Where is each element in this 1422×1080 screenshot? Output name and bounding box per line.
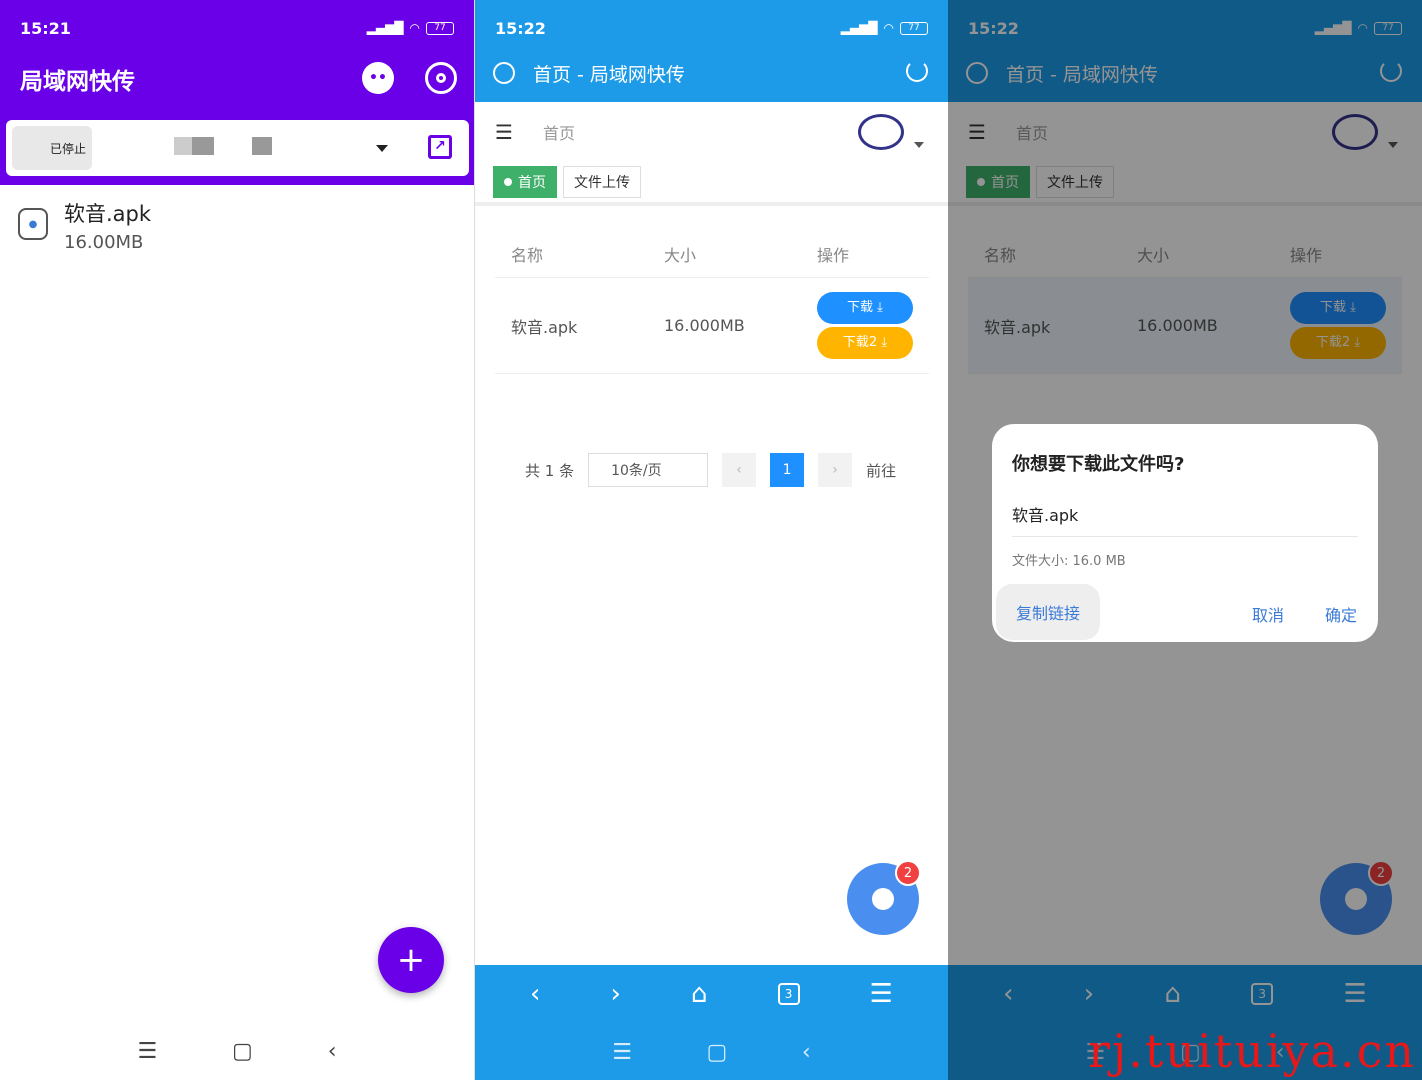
- battery-icon: 77: [900, 21, 928, 35]
- chat-icon: [872, 888, 894, 910]
- dialog-file-size: 文件大小: 16.0 MB: [1012, 554, 1126, 569]
- prev-page-button[interactable]: ‹: [722, 453, 757, 487]
- signal-icon: ▂▄▆█: [840, 21, 878, 35]
- system-nav-bar: ☰ ▢ ‹: [475, 1023, 948, 1080]
- menu-icon[interactable]: ☰: [612, 1040, 632, 1065]
- page-number-button[interactable]: 1: [770, 453, 805, 487]
- total-count: 共 1 条: [525, 461, 575, 480]
- status-bar: 15:21 ▂▄▆█ ◠ 77: [0, 0, 474, 56]
- page-title[interactable]: 首页 - 局域网快传: [533, 60, 685, 87]
- add-file-button[interactable]: +: [378, 927, 444, 993]
- dialog-title: 你想要下载此文件吗?: [1012, 454, 1185, 475]
- download-confirm-dialog: 你想要下载此文件吗? 软音.apk 文件大小: 16.0 MB 复制链接 取消 …: [992, 424, 1378, 642]
- breadcrumb: 首页: [542, 124, 575, 143]
- browser-download-dialog-screen: 15:22 ▂▄▆█ ◠ 77 首页 - 局域网快传 ☰ 首页 首页 文件上传 …: [948, 0, 1422, 1080]
- chevron-down-icon[interactable]: [914, 142, 924, 148]
- server-status-chip[interactable]: 已停止: [12, 126, 92, 170]
- tab-count-icon[interactable]: 3: [777, 983, 800, 1005]
- browser-header: 15:22 ▂▄▆█ ◠ 77 首页 - 局域网快传: [475, 0, 948, 102]
- goto-label: 前往: [866, 461, 897, 480]
- app-header: 15:21 ▂▄▆█ ◠ 77 局域网快传 •• 已停止 ↗: [0, 0, 474, 185]
- back-icon[interactable]: ‹: [328, 1039, 337, 1064]
- file-name: 软音.apk: [511, 317, 578, 337]
- refresh-icon[interactable]: [906, 60, 928, 82]
- file-size: 16.000MB: [664, 316, 745, 335]
- table-header: 名称 大小 操作: [495, 230, 929, 278]
- menu-icon[interactable]: ☰: [870, 979, 893, 1009]
- page-size-select[interactable]: 10条/页: [588, 453, 709, 487]
- wifi-icon: ◠: [409, 21, 420, 35]
- battery-icon: 77: [426, 21, 454, 35]
- lan-transfer-app-screen: 15:21 ▂▄▆█ ◠ 77 局域网快传 •• 已停止 ↗ ● 软音.apk …: [0, 0, 474, 1080]
- download2-button[interactable]: 下载2 ⤓: [817, 327, 913, 359]
- tab-upload[interactable]: 文件上传: [563, 166, 641, 198]
- column-header: 操作: [817, 245, 850, 265]
- browser-controls: ‹ › ⌂ 3 ☰: [475, 965, 948, 1023]
- home-icon[interactable]: ▢: [232, 1039, 253, 1064]
- search-icon[interactable]: [493, 62, 515, 84]
- redacted-address: [174, 137, 214, 155]
- file-size: 16.00MB: [64, 232, 144, 253]
- home-icon[interactable]: ⌂: [691, 979, 708, 1009]
- menu-icon[interactable]: ☰: [137, 1039, 157, 1064]
- back-icon[interactable]: ‹: [802, 1040, 811, 1065]
- column-header: 大小: [664, 245, 697, 265]
- chevron-down-icon[interactable]: [376, 145, 388, 152]
- confirm-button[interactable]: 确定: [1325, 602, 1357, 626]
- apk-file-icon: ●: [18, 208, 48, 240]
- dialog-file-name: 软音.apk: [1012, 502, 1358, 537]
- cancel-button[interactable]: 取消: [1252, 602, 1284, 626]
- status-time: 15:22: [495, 18, 546, 38]
- menu-toggle-icon[interactable]: ☰: [495, 120, 513, 144]
- app-title: 局域网快传: [20, 69, 135, 95]
- file-name: 软音.apk: [64, 202, 152, 226]
- notification-badge: 2: [895, 860, 921, 886]
- column-header: 名称: [511, 245, 544, 265]
- server-address-bar[interactable]: 已停止 ↗: [6, 120, 469, 176]
- planet-avatar-icon[interactable]: [858, 114, 904, 150]
- browser-toolbar: ‹ › ⌂ 3 ☰ ☰ ▢ ‹: [475, 965, 948, 1080]
- divider: [475, 202, 948, 206]
- actions: 下载 ⤓ 下载2 ⤓: [817, 289, 929, 362]
- browser-web-page: 15:22 ▂▄▆█ ◠ 77 首页 - 局域网快传 ☰ 首页 首页 文件上传 …: [474, 0, 948, 1080]
- forward-icon[interactable]: ›: [611, 979, 621, 1009]
- status-bar: 15:22 ▂▄▆█ ◠ 77: [475, 0, 948, 56]
- tag-tabs: 首页 文件上传: [493, 166, 641, 198]
- tab-home[interactable]: 首页: [493, 166, 557, 198]
- download-button[interactable]: 下载 ⤓: [817, 292, 913, 324]
- watermark-text: rj.tuituiya.cn: [1088, 1024, 1416, 1078]
- file-table: 名称 大小 操作 软音.apk 16.000MB 下载 ⤓ 下载2 ⤓: [495, 230, 929, 374]
- table-row: 软音.apk 16.000MB 下载 ⤓ 下载2 ⤓: [495, 278, 929, 374]
- settings-icon[interactable]: [425, 62, 457, 94]
- list-item[interactable]: ● 软音.apk 16.00MB: [18, 198, 151, 253]
- open-external-icon[interactable]: ↗: [428, 135, 452, 159]
- pagination: 共 1 条 10条/页 ‹ 1 › 前往: [525, 453, 896, 487]
- system-nav-bar: ☰ ▢ ‹: [0, 1022, 474, 1080]
- redacted-address: [252, 137, 272, 155]
- copy-link-button[interactable]: 复制链接: [996, 584, 1100, 640]
- wifi-icon: ◠: [883, 21, 894, 35]
- home-icon[interactable]: ▢: [707, 1040, 728, 1065]
- status-icons: ▂▄▆█ ◠ 77: [367, 21, 454, 35]
- status-time: 15:21: [20, 18, 71, 38]
- chat-icon[interactable]: ••: [362, 62, 394, 94]
- back-icon[interactable]: ‹: [530, 979, 540, 1009]
- status-icons: ▂▄▆█ ◠ 77: [841, 21, 928, 35]
- next-page-button[interactable]: ›: [818, 453, 853, 487]
- signal-icon: ▂▄▆█: [366, 21, 404, 35]
